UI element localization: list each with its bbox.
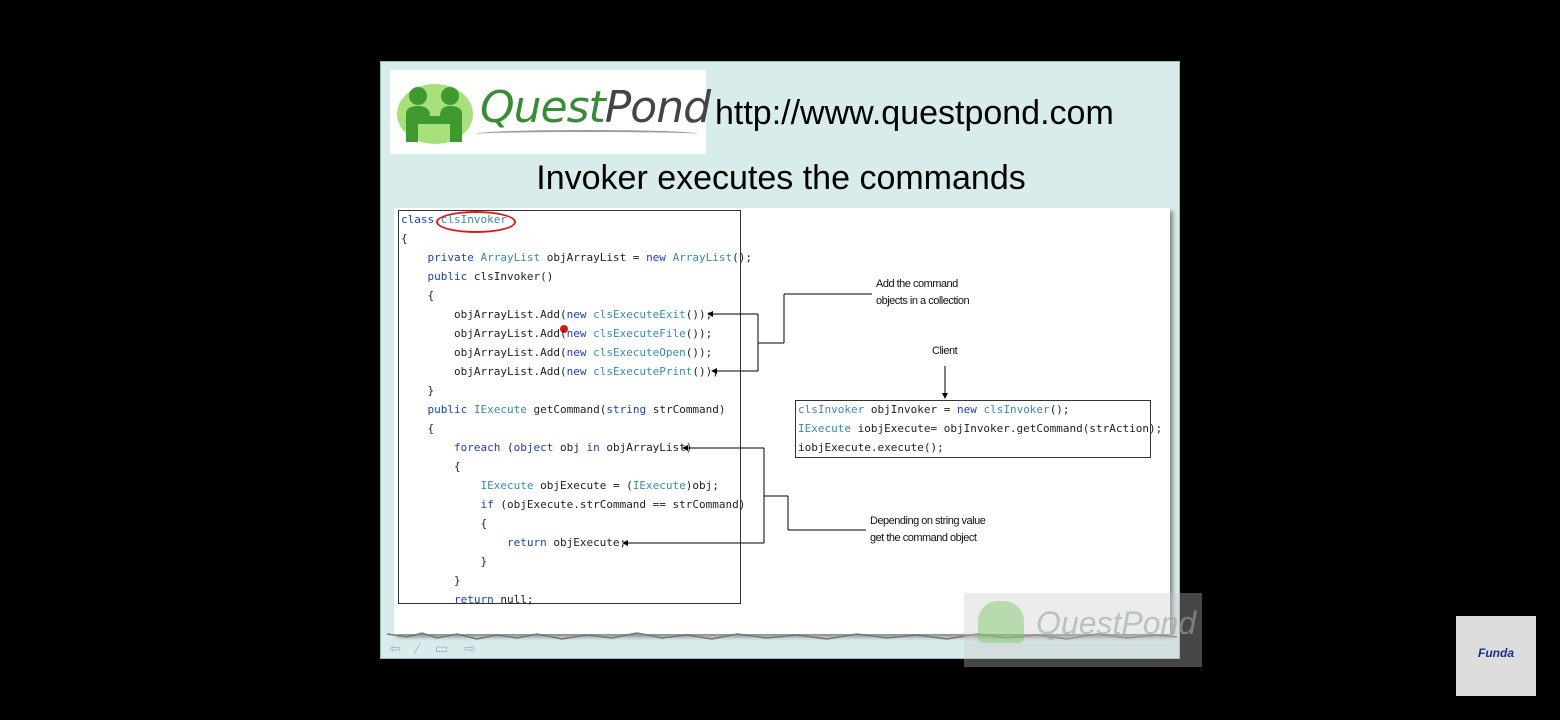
slide-content: class clsInvoker{ private ArrayList objA… [394, 208, 1170, 634]
channel-badge: Funda [1456, 616, 1536, 696]
logo-swoosh [476, 130, 698, 138]
slide: QuestPond http://www.questpond.com Invok… [380, 61, 1180, 659]
slide-nav-controls[interactable]: ⇦ ⁄ ▭ ⇨ [389, 640, 482, 657]
annotation-depending: Depending on string value get the comman… [870, 513, 986, 547]
annotation-add-commands: Add the command objects in a collection [876, 276, 970, 310]
logo-quest: Quest [480, 82, 606, 133]
logo-wordmark: QuestPond [480, 82, 711, 133]
questpond-logo: QuestPond [390, 70, 711, 154]
annotation-add-line1: Add the command [876, 278, 958, 290]
annotation-depend-line2: get the command object [870, 532, 977, 544]
watermark-logo-icon [978, 601, 1024, 643]
logo-pond: Pond [604, 82, 711, 133]
annotation-depend-line1: Depending on string value [870, 515, 986, 527]
watermark-text: QuestPond [1036, 605, 1197, 641]
site-url: http://www.questpond.com [715, 94, 1114, 132]
badge-brand: Funda [1478, 646, 1514, 660]
annotation-arrows [622, 293, 948, 546]
watermark: QuestPond [964, 593, 1202, 667]
slide-heading: Invoker executes the commands [536, 159, 1026, 197]
annotation-client: Client [932, 345, 958, 357]
annotation-add-line2: objects in a collection [876, 295, 970, 307]
handshake-logo-icon [397, 84, 473, 144]
